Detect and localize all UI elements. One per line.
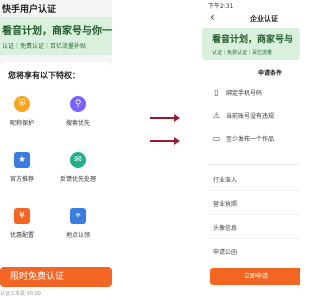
shield-icon: ⛨ bbox=[14, 96, 30, 112]
warning-icon: ⚠ bbox=[212, 111, 221, 120]
feature-feedback-priority: ✉ 反馈优先处理 bbox=[60, 152, 96, 183]
back-icon[interactable]: ‹ bbox=[210, 10, 215, 24]
condition-label: 绑定手机号码 bbox=[226, 90, 263, 97]
field-business-license[interactable]: 营业执照 bbox=[213, 199, 237, 208]
feature-search-priority: ⚲ 搜索优先 bbox=[60, 96, 96, 127]
condition-no-violation: ⚠ 当前账号没有违规 bbox=[212, 111, 274, 120]
divider bbox=[208, 190, 300, 191]
page-title: 企业认证 bbox=[250, 15, 278, 23]
apply-now-button[interactable]: 立即申请 bbox=[210, 268, 300, 285]
feature-coupon-config: ¥ 优惠配置 bbox=[4, 208, 40, 239]
banner-subline: 认证｜免费认证｜百亿流量 bbox=[212, 50, 273, 56]
feature-label: 反馈优先处理 bbox=[60, 176, 97, 183]
phone-icon: ▯ bbox=[214, 88, 219, 97]
condition-label: 至少发布一个作品 bbox=[226, 136, 275, 143]
right-screen: 下午2:31 ‹ 企业认证 看音计划，商家号与 认证｜免费认证｜百亿流量 申请条… bbox=[200, 0, 300, 300]
free-certify-button[interactable]: 限时免费认证 bbox=[0, 267, 112, 287]
search-icon: ⚲ bbox=[70, 96, 86, 112]
condition-label: 当前账号没有违规 bbox=[226, 113, 275, 120]
condition-bind-phone: ▯ 绑定手机号码 bbox=[212, 88, 262, 97]
fee-note: 认证工本费 ¥0.00 bbox=[0, 291, 41, 297]
conditions-title: 申请条件 bbox=[258, 70, 283, 77]
feature-nickname-protection: ⛨ 昵称保护 bbox=[4, 96, 40, 127]
field-avatar-info[interactable]: 头像信息 bbox=[213, 223, 237, 232]
location-icon: ⌖ bbox=[70, 208, 86, 224]
recommend-icon: ★ bbox=[14, 152, 30, 168]
field-industry-access[interactable]: 行业准入 bbox=[213, 175, 237, 184]
arrow-right-icon bbox=[150, 137, 180, 145]
divider bbox=[208, 164, 300, 165]
feature-label: 地点认领 bbox=[65, 232, 90, 239]
feature-official-recommend: ★ 官方推荐 bbox=[4, 152, 40, 183]
privileges-title: 您将享有以下特权： bbox=[8, 71, 80, 80]
banner-headline: 看音计划，商家号与你一起 bbox=[2, 26, 112, 37]
folder-icon: ▭ bbox=[212, 134, 221, 143]
promo-banner[interactable]: 看音计划，商家号与你一起 认证｜免费认证｜百亿流量补贴 bbox=[0, 17, 112, 55]
feature-label: 昵称保护 bbox=[9, 120, 34, 127]
page-title: 快手用户认证 bbox=[2, 5, 57, 15]
condition-publish-work: ▭ 至少发布一个作品 bbox=[212, 134, 274, 143]
feedback-icon: ✉ bbox=[70, 152, 86, 168]
feature-label: 优惠配置 bbox=[9, 232, 34, 239]
divider bbox=[208, 238, 300, 239]
banner-headline: 看音计划，商家号与 bbox=[212, 35, 294, 45]
feature-label: 搜索优先 bbox=[65, 120, 90, 127]
left-screen: 快手用户认证 看音计划，商家号与你一起 认证｜免费认证｜百亿流量补贴 您将享有以… bbox=[0, 0, 112, 300]
field-application-letter[interactable]: 申请公函 bbox=[213, 247, 237, 256]
divider bbox=[208, 214, 300, 215]
arrow-right-icon bbox=[150, 114, 180, 122]
promo-banner[interactable]: 看音计划，商家号与 认证｜免费认证｜百亿流量 bbox=[202, 28, 300, 60]
feature-label: 官方推荐 bbox=[9, 176, 34, 183]
coupon-icon: ¥ bbox=[14, 208, 30, 224]
status-time: 下午2:31 bbox=[208, 3, 234, 10]
feature-location-claim: ⌖ 地点认领 bbox=[60, 208, 96, 239]
banner-subline: 认证｜免费认证｜百亿流量补贴 bbox=[2, 43, 87, 50]
privileges-card: 您将享有以下特权： ⛨ 昵称保护 ⚲ 搜索优先 ★ 官方推荐 ✉ 反馈优先处理 … bbox=[0, 62, 112, 300]
